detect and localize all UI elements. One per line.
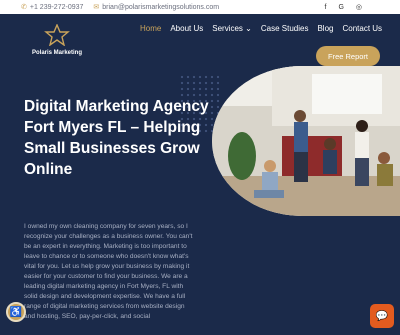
top-contact-bar: ✆ +1 239-272-0937 ✉ brian@polarismarketi… xyxy=(0,0,400,14)
social-links: f G ◎ xyxy=(324,0,362,14)
phone-number: +1 239-272-0937 xyxy=(29,3,84,11)
free-report-button[interactable]: Free Report xyxy=(316,46,380,66)
nav-item-contact-us[interactable]: Contact Us xyxy=(342,24,382,33)
nav-item-case-studies[interactable]: Case Studies xyxy=(261,24,309,33)
google-icon[interactable]: G xyxy=(338,4,343,11)
email-link[interactable]: ✉ brian@polarismarketingsolutions.com xyxy=(93,3,220,12)
office-team-illustration xyxy=(212,66,400,216)
mail-icon: ✉ xyxy=(93,4,100,11)
phone-link[interactable]: ✆ +1 239-272-0937 xyxy=(21,3,84,12)
team-photo xyxy=(212,66,400,216)
hero-section: Digital Marketing Agency Fort Myers FL –… xyxy=(0,66,400,335)
star-logo-icon xyxy=(44,24,70,46)
accessibility-icon[interactable]: ♿ xyxy=(6,302,26,322)
logo-text: Polaris Marketing xyxy=(31,50,82,56)
instagram-icon[interactable]: ◎ xyxy=(356,3,362,11)
nav-item-blog[interactable]: Blog xyxy=(317,24,333,33)
nav-item-about-us[interactable]: About Us xyxy=(170,24,203,33)
chat-icon: 💬 xyxy=(375,310,389,322)
nav-item-services[interactable]: Services ⌄ xyxy=(212,24,252,33)
nav-item-home[interactable]: Home xyxy=(140,24,161,33)
hero-body: I owned my own cleaning company for seve… xyxy=(24,223,193,320)
main-navigation: Polaris Marketing Home About Us Services… xyxy=(0,14,400,72)
hero-title: Digital Marketing Agency Fort Myers FL –… xyxy=(24,98,209,178)
nav-menu: Home About Us Services ⌄ Case Studies Bl… xyxy=(140,24,382,33)
contact-info: ✆ +1 239-272-0937 ✉ brian@polarismarketi… xyxy=(21,3,220,12)
phone-icon: ✆ xyxy=(21,4,27,11)
email-address: brian@polarismarketingsolutions.com xyxy=(102,3,220,11)
chat-button[interactable]: 💬 xyxy=(370,304,394,328)
site-logo[interactable]: Polaris Marketing xyxy=(30,24,84,64)
facebook-icon[interactable]: f xyxy=(324,4,326,11)
